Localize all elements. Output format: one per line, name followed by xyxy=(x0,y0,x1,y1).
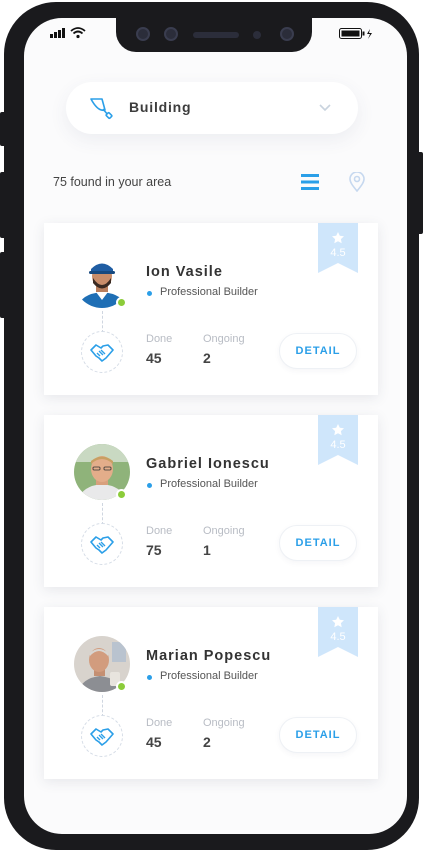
map-pin-icon[interactable] xyxy=(349,171,365,197)
online-status-dot xyxy=(116,297,127,308)
handshake-icon xyxy=(90,344,114,362)
done-label: Done xyxy=(146,333,173,345)
builder-name: Ion Vasile xyxy=(146,264,223,280)
done-label: Done xyxy=(146,717,173,729)
trowel-icon xyxy=(88,96,116,127)
ongoing-count: 1 xyxy=(203,542,211,558)
ongoing-count: 2 xyxy=(203,350,211,366)
handshake-badge xyxy=(81,331,123,373)
online-status-dot xyxy=(116,681,127,692)
detail-button[interactable]: DETAIL xyxy=(279,525,357,561)
results-count: 75 found in your area xyxy=(53,175,172,189)
done-count: 45 xyxy=(146,734,162,750)
ongoing-label: Ongoing xyxy=(203,333,245,345)
face-id-camera-icon xyxy=(280,27,294,41)
list-view-icon[interactable] xyxy=(301,173,319,196)
category-selector[interactable]: Building xyxy=(66,82,358,134)
ongoing-label: Ongoing xyxy=(203,525,245,537)
connector-line xyxy=(102,695,103,717)
role-bullet xyxy=(147,291,152,296)
detail-button[interactable]: DETAIL xyxy=(279,717,357,753)
handshake-icon xyxy=(90,728,114,746)
rating-value: 4.5 xyxy=(330,247,346,259)
rating-value: 4.5 xyxy=(330,439,346,451)
builder-card[interactable]: 4.5 Gabriel Ionescu Professional Builder… xyxy=(44,415,378,587)
chevron-down-icon xyxy=(318,100,332,118)
done-count: 45 xyxy=(146,350,162,366)
builder-card[interactable]: 4.5 Ion Vasile Professional Builder Done… xyxy=(44,223,378,395)
builder-name: Gabriel Ionescu xyxy=(146,456,270,472)
proximity-sensor xyxy=(253,31,261,39)
role-bullet xyxy=(147,675,152,680)
builder-name: Marian Popescu xyxy=(146,648,272,664)
battery-icon xyxy=(339,28,375,43)
handshake-icon xyxy=(90,536,114,554)
handshake-badge xyxy=(81,523,123,565)
online-status-dot xyxy=(116,489,127,500)
done-count: 75 xyxy=(146,542,162,558)
ongoing-count: 2 xyxy=(203,734,211,750)
done-label: Done xyxy=(146,525,173,537)
signal-icon xyxy=(50,28,68,41)
role-bullet xyxy=(147,483,152,488)
builder-role: Professional Builder xyxy=(160,478,258,490)
handshake-badge xyxy=(81,715,123,757)
notch xyxy=(116,18,312,52)
builder-role: Professional Builder xyxy=(160,670,258,682)
connector-line xyxy=(102,503,103,525)
wifi-icon xyxy=(70,27,86,42)
builder-role: Professional Builder xyxy=(160,286,258,298)
detail-button[interactable]: DETAIL xyxy=(279,333,357,369)
ongoing-label: Ongoing xyxy=(203,717,245,729)
category-label: Building xyxy=(129,99,192,115)
rating-value: 4.5 xyxy=(330,631,346,643)
speaker-grille xyxy=(193,32,239,38)
builder-card[interactable]: 4.5 Marian Popescu Professional Builder … xyxy=(44,607,378,779)
connector-line xyxy=(102,311,103,333)
sensor-icon xyxy=(136,27,150,41)
front-camera-icon xyxy=(164,27,178,41)
